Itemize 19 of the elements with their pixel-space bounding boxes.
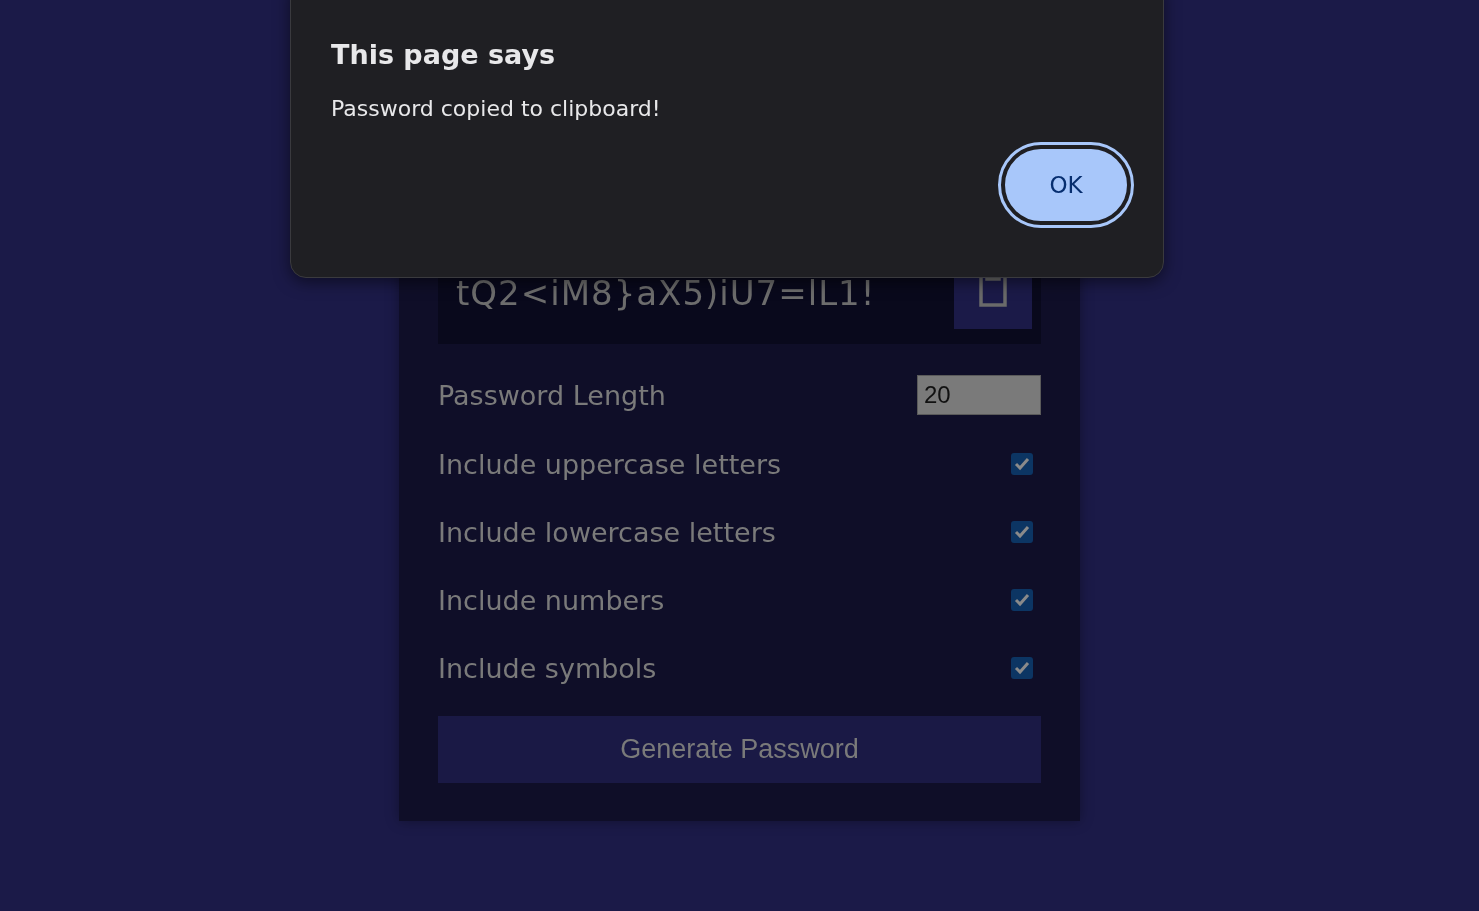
- password-text: tQ2<iM8}aX5)iU7=lL1!: [456, 273, 876, 313]
- check-icon: [1014, 593, 1030, 607]
- length-input[interactable]: 20: [917, 375, 1041, 415]
- checkbox[interactable]: [1011, 657, 1033, 679]
- option-label: Include lowercase letters: [438, 516, 776, 548]
- dialog-title: This page says: [331, 39, 556, 70]
- check-icon: [1014, 525, 1030, 539]
- option-label: Include symbols: [438, 652, 657, 684]
- checkbox[interactable]: [1011, 521, 1033, 543]
- check-icon: [1014, 457, 1030, 471]
- ok-button[interactable]: OK: [1001, 145, 1131, 225]
- checkbox[interactable]: [1011, 453, 1033, 475]
- dialog-message: Password copied to clipboard!: [331, 96, 661, 121]
- check-icon: [1014, 661, 1030, 675]
- checkbox[interactable]: [1011, 589, 1033, 611]
- length-label: Password Length: [438, 379, 666, 411]
- option-label: Include numbers: [438, 584, 665, 616]
- option-label: Include uppercase letters: [438, 448, 782, 480]
- generate-button[interactable]: Generate Password: [438, 716, 1041, 783]
